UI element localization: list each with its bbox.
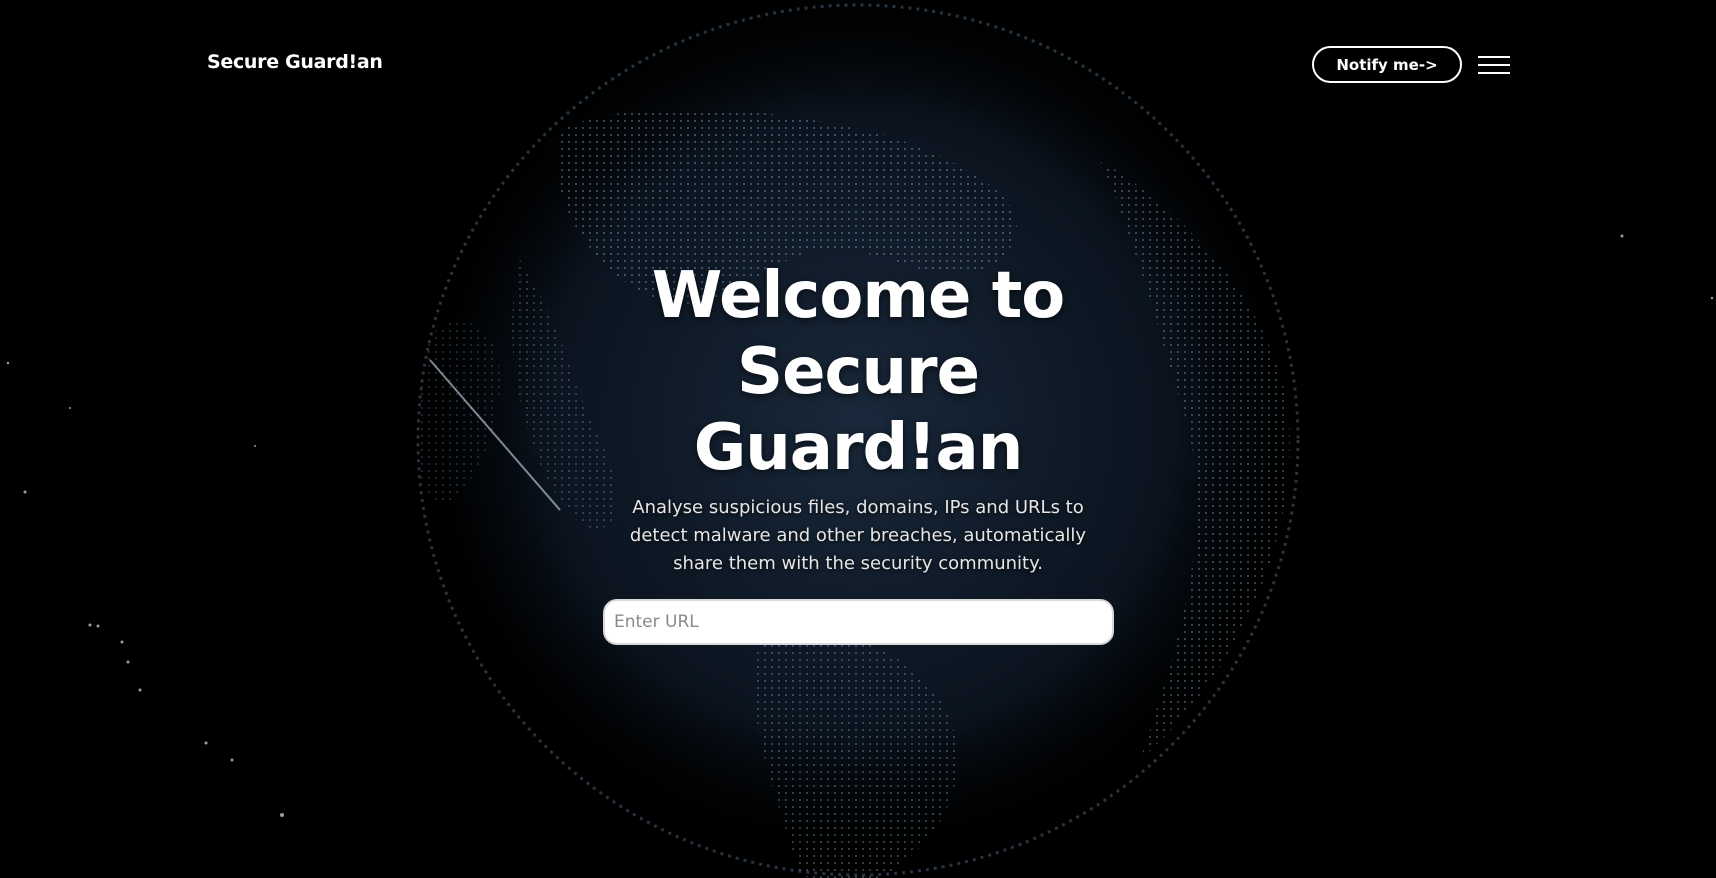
brand-logo-text[interactable]: Secure Guard!an	[207, 51, 383, 73]
hero-section: Welcome to Secure Guard!an Analyse suspi…	[558, 258, 1158, 578]
notify-me-button[interactable]: Notify me->	[1312, 46, 1462, 83]
hero-title: Welcome to Secure Guard!an	[558, 258, 1158, 486]
hamburger-menu-icon[interactable]	[1478, 54, 1510, 76]
url-input[interactable]	[603, 599, 1114, 645]
site-header: Secure Guard!an Notify me->	[0, 0, 1716, 130]
landing-page: Secure Guard!an Notify me-> Welcome to S…	[0, 0, 1716, 878]
hero-title-line: Guard!an	[693, 411, 1024, 485]
hero-title-line: Secure	[737, 335, 980, 409]
hero-title-line: Welcome to	[651, 259, 1066, 333]
hero-subtitle: Analyse suspicious files, domains, IPs a…	[629, 497, 1087, 574]
